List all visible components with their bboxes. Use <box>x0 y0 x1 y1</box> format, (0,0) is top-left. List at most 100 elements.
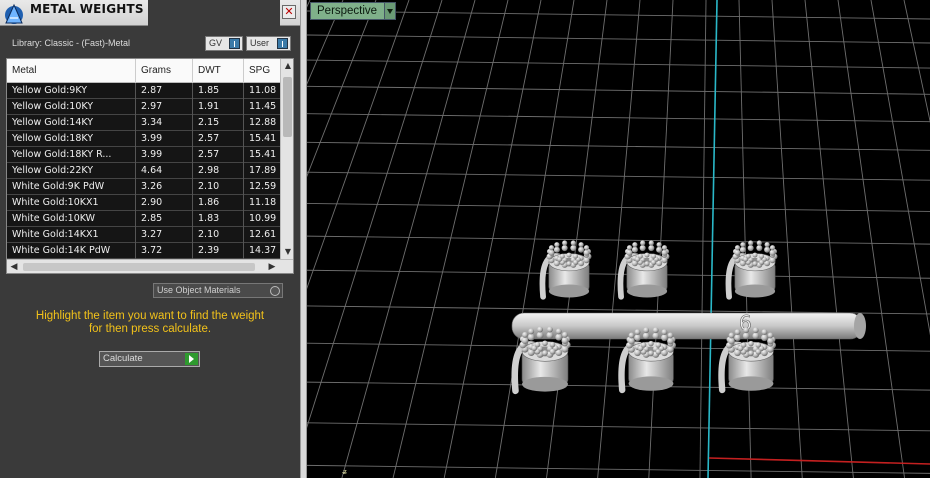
prong-bead <box>648 350 654 356</box>
grid-line <box>648 0 674 478</box>
horizontal-scroll-thumb[interactable] <box>23 263 255 271</box>
prong-bead <box>764 246 771 253</box>
calculate-button[interactable]: Calculate <box>99 351 200 367</box>
axis-gizmo-icon: z̶ <box>342 468 347 476</box>
chevron-down-icon[interactable] <box>384 3 395 19</box>
table-row[interactable]: Yellow Gold:22KY 4.64 2.98 17.89 <box>7 163 280 179</box>
prong-bead <box>769 245 776 251</box>
prong-bead <box>728 332 735 339</box>
grid-line <box>307 0 311 8</box>
prong-bead <box>542 350 548 356</box>
cell-metal: Yellow Gold:18KY <box>7 131 136 147</box>
prong-bead <box>661 245 668 251</box>
grid-line <box>307 0 410 290</box>
table-row[interactable]: Yellow Gold:9KY 2.87 1.85 11.08 <box>7 83 280 99</box>
prong-bead <box>752 261 758 267</box>
prong-bead <box>570 240 576 246</box>
prong-bead <box>561 345 569 353</box>
table-row[interactable]: White Gold:10KW 2.85 1.83 10.99 <box>7 211 280 227</box>
user-label: User <box>250 38 270 48</box>
cell-dwt: 2.98 <box>193 163 244 179</box>
scroll-down-icon[interactable]: ▼ <box>281 245 293 259</box>
prong-bead <box>644 252 650 258</box>
close-icon[interactable]: ✕ <box>282 5 296 19</box>
use-object-materials-toggle[interactable]: Use Object Materials <box>153 283 283 298</box>
column-header-metal[interactable]: Metal <box>7 59 136 83</box>
setting-base <box>548 284 590 298</box>
table-row[interactable]: White Gold:14K PdW 3.72 2.39 14.37 <box>7 243 280 259</box>
cell-grams: 2.87 <box>136 83 193 99</box>
table-row[interactable]: White Gold:10KX1 2.90 1.86 11.18 <box>7 195 280 211</box>
gv-checkbox[interactable] <box>229 38 240 49</box>
vertical-scroll-thumb[interactable] <box>283 77 292 137</box>
cell-metal: Yellow Gold:22KY <box>7 163 136 179</box>
use-object-materials-radio[interactable] <box>270 286 280 296</box>
prong-bead <box>583 257 590 264</box>
cell-grams: 2.90 <box>136 195 193 211</box>
prong-bead <box>573 253 579 259</box>
prong-bead <box>542 340 548 347</box>
table-row[interactable]: White Gold:9K PdW 3.26 2.10 12.59 <box>7 179 280 195</box>
prong-bead <box>642 332 650 340</box>
prong-bead <box>767 337 774 345</box>
prong-bead <box>583 249 590 256</box>
prong-bead <box>667 332 674 339</box>
viewport-scene: 6 z̶ <box>307 0 930 478</box>
panel-titlebar[interactable]: METAL WEIGHTS ✕ <box>0 0 300 26</box>
cell-spg: 12.88 <box>249 117 277 128</box>
prong-bead <box>769 249 776 256</box>
column-header-grams[interactable]: Grams <box>136 59 193 83</box>
prong-bead <box>652 332 660 340</box>
cell-grams: 4.64 <box>136 163 193 179</box>
table-row[interactable]: Yellow Gold:14KY 3.34 2.15 12.88 <box>7 115 280 131</box>
prong-bead <box>555 328 562 335</box>
cell-dwt: 1.86 <box>193 195 244 211</box>
table-row[interactable]: Yellow Gold:10KY 2.97 1.91 11.45 <box>7 99 280 115</box>
panel-splitter[interactable] <box>300 0 307 478</box>
jewelry-tree-model[interactable]: 6 <box>511 240 866 395</box>
scroll-up-icon[interactable]: ▲ <box>281 59 293 73</box>
prong-bead <box>651 259 657 265</box>
prong-bead <box>667 337 674 345</box>
scroll-left-icon[interactable]: ◀ <box>7 260 21 273</box>
grid-line <box>392 0 509 478</box>
use-object-materials-label: Use Object Materials <box>157 285 241 295</box>
table-row[interactable]: Yellow Gold:18KY 3.99 2.57 15.41 <box>7 131 280 147</box>
title-bar-gap <box>148 0 280 26</box>
prong-bead <box>555 333 563 341</box>
prong-bead <box>528 328 535 335</box>
gv-toggle[interactable]: GV <box>205 36 243 51</box>
scroll-right-icon[interactable]: ▶ <box>265 260 279 273</box>
table-row[interactable]: White Gold:14KX1 3.27 2.10 12.61 <box>7 227 280 243</box>
prong-bead <box>648 245 655 252</box>
3d-viewport[interactable]: 6 z̶ Perspective <box>307 0 930 478</box>
grid-line <box>307 0 443 429</box>
prong-bead <box>667 346 674 353</box>
prong-bead <box>570 245 577 252</box>
cell-metal: Yellow Gold:18KY R... <box>7 147 136 163</box>
play-arrow-icon[interactable] <box>185 353 198 365</box>
prong-bead <box>628 337 635 345</box>
grid-line <box>307 203 930 212</box>
prong-bead <box>561 331 568 338</box>
cell-spg: 12.61 <box>249 229 277 240</box>
vertical-scrollbar[interactable]: ▲ ▼ <box>280 59 293 259</box>
view-mode-dropdown[interactable]: Perspective <box>310 2 396 20</box>
user-checkbox[interactable] <box>277 38 288 49</box>
user-toggle[interactable]: User <box>246 36 291 51</box>
cell-dwt: 2.15 <box>193 115 244 131</box>
prong-bead <box>728 337 735 345</box>
column-header-dwt[interactable]: DWT <box>193 59 244 83</box>
column-header-spg[interactable]: SPG <box>244 59 280 83</box>
horizontal-scrollbar[interactable]: ◀ ▶ <box>7 259 293 273</box>
prong-bead <box>748 340 754 347</box>
y-axis-line <box>707 0 718 478</box>
cell-metal: White Gold:10KX1 <box>7 195 136 211</box>
table-row[interactable]: Yellow Gold:18KY R... 3.99 2.57 15.41 <box>7 147 280 163</box>
prong-bead <box>759 259 765 265</box>
prong-bead <box>537 326 544 333</box>
prong-bead <box>761 329 768 335</box>
grid-line <box>804 0 854 478</box>
grid-line <box>307 141 930 151</box>
grid-line <box>307 85 930 95</box>
